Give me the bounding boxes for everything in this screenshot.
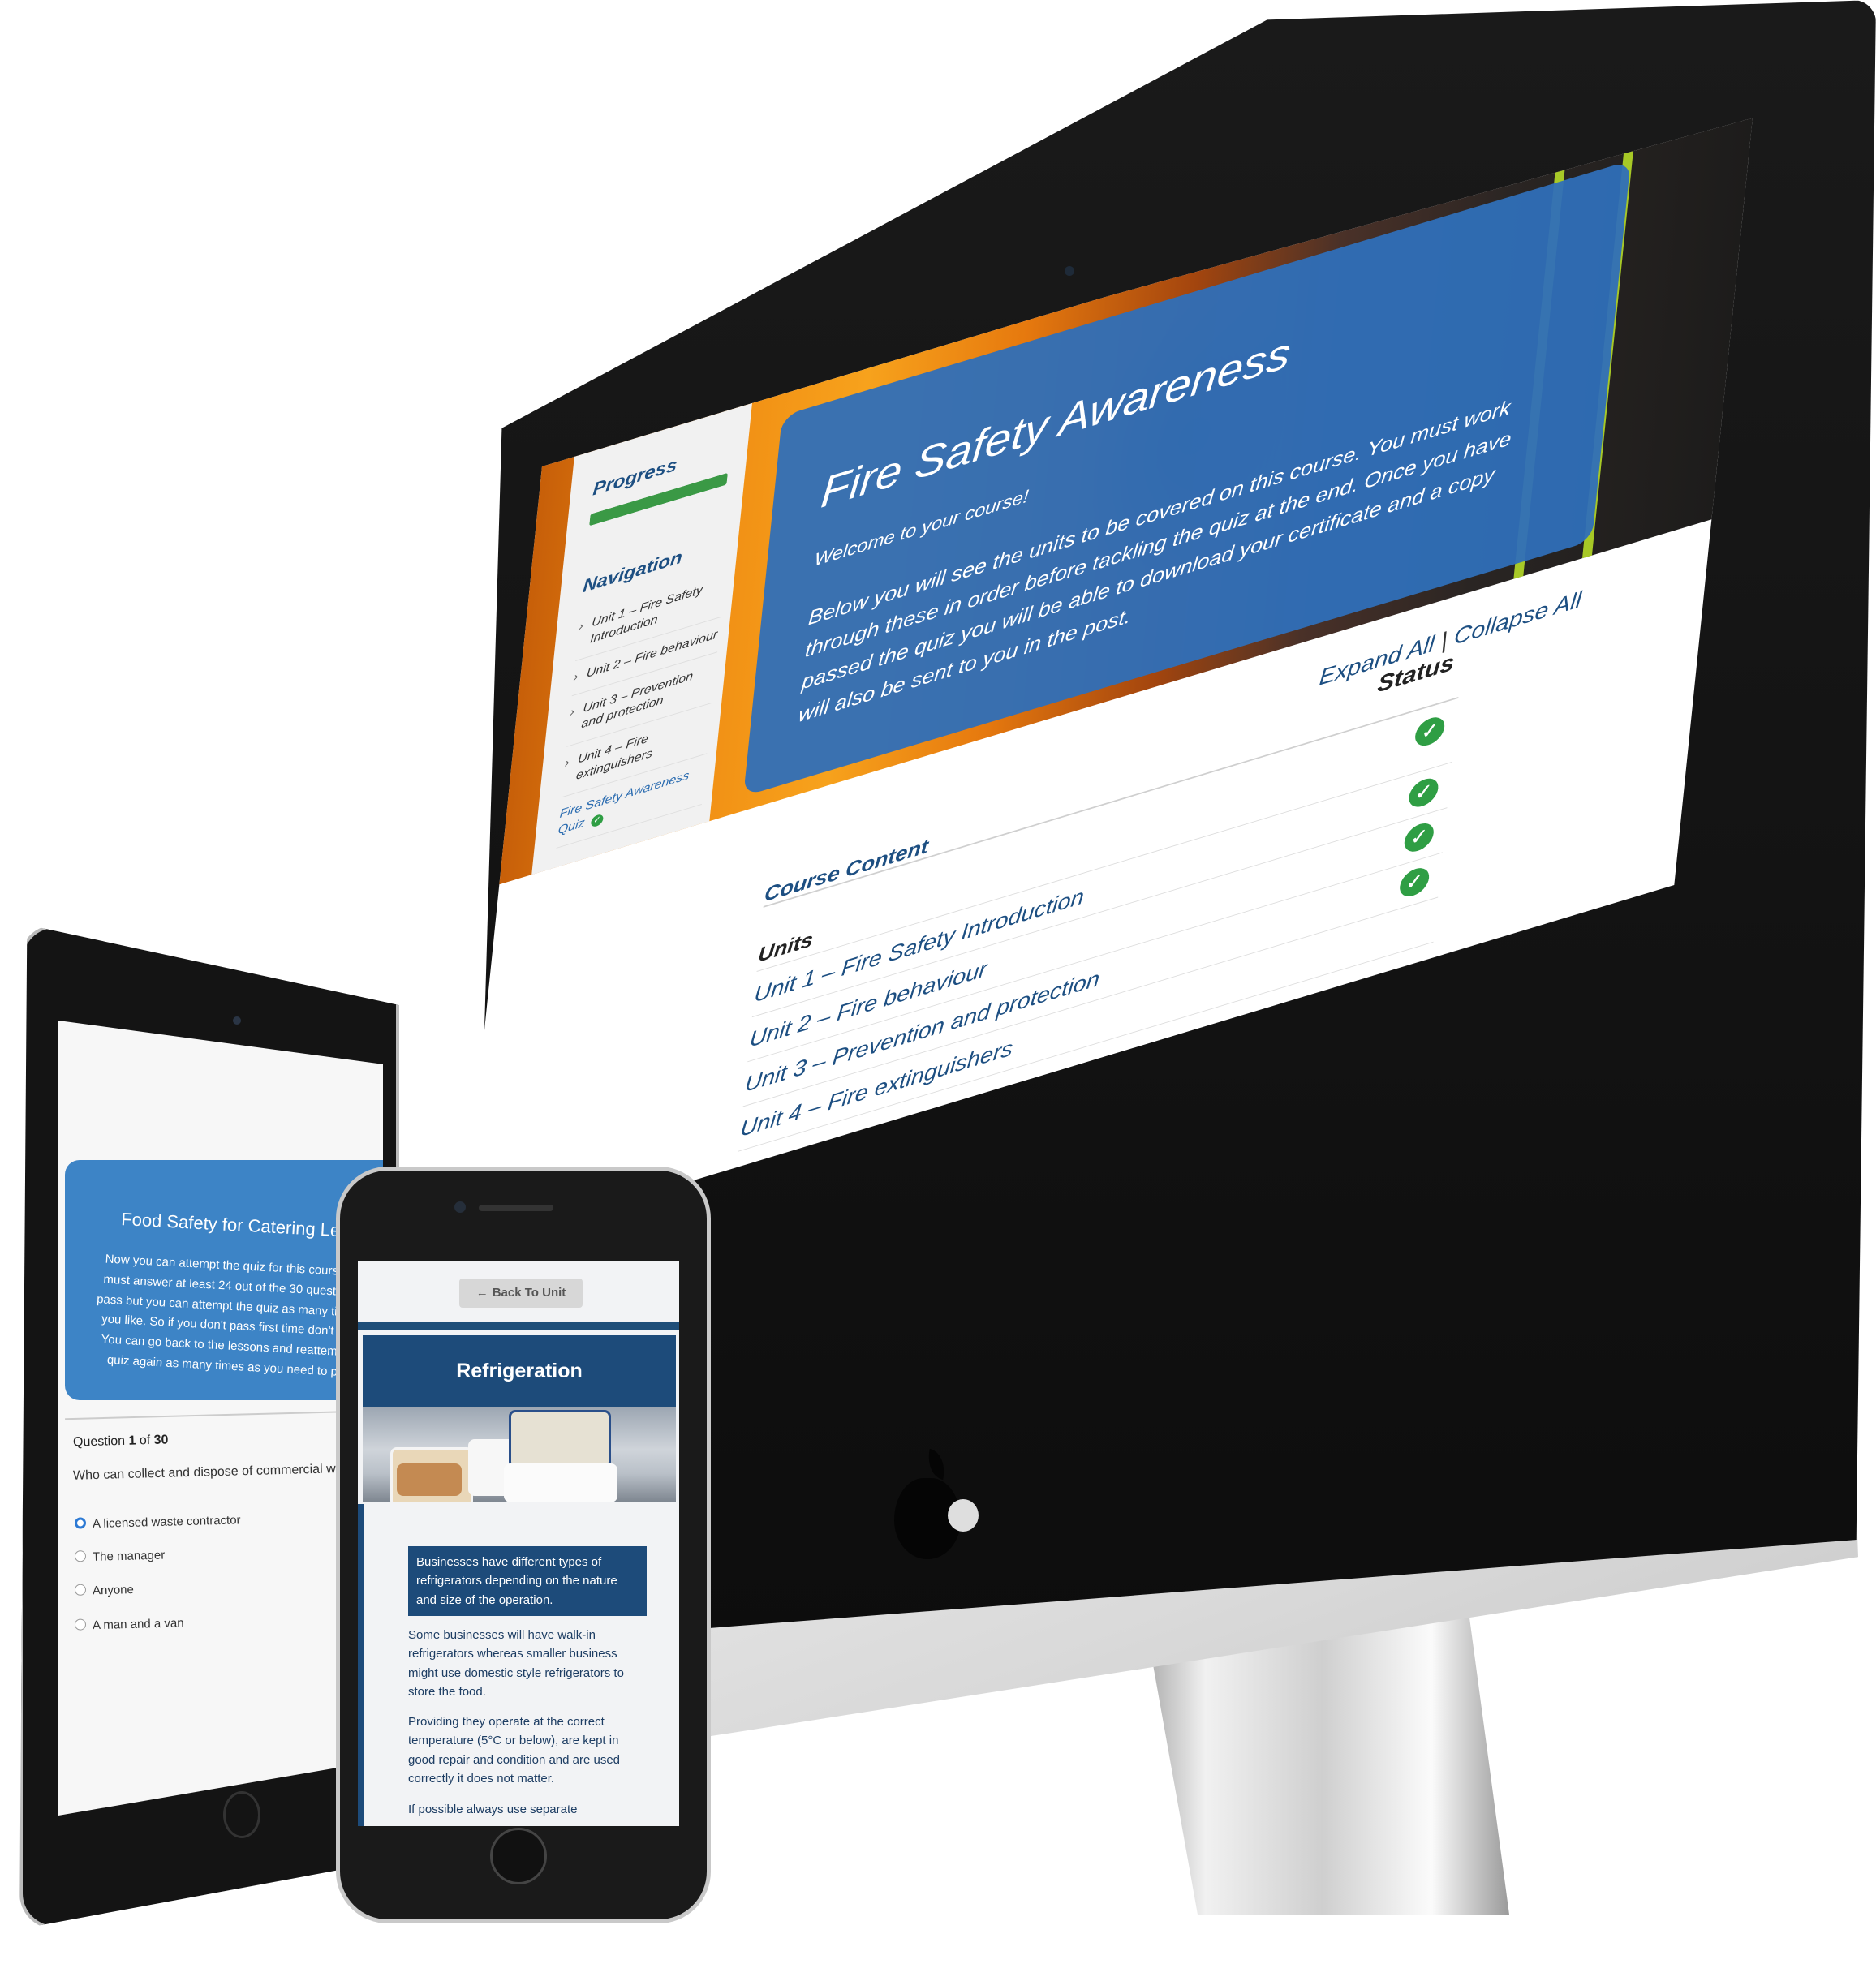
radio-icon[interactable] [74, 1550, 87, 1562]
tablet-home-button[interactable] [223, 1791, 260, 1838]
answer-label: A man and a van [92, 1616, 184, 1633]
answer-label: The manager [92, 1548, 166, 1564]
food-container [504, 1463, 617, 1502]
accent-bar [358, 1504, 364, 1826]
question-of: of [139, 1433, 151, 1448]
tablet-screen: Food Safety for Catering Level 2 Quiz No… [58, 1021, 383, 1816]
lesson-paragraph: If possible always use separate [408, 1803, 578, 1816]
food-container [397, 1463, 462, 1496]
question-prefix: Question [72, 1433, 126, 1450]
back-to-unit-button[interactable]: ← Back To Unit [459, 1279, 583, 1308]
phone-home-button[interactable] [490, 1828, 547, 1884]
divider [358, 1322, 679, 1330]
refrigerator-photo [363, 1407, 676, 1502]
lesson-paragraph: Providing they operate at the correct te… [408, 1715, 621, 1786]
answer-label: Anyone [92, 1583, 135, 1598]
answer-option[interactable]: Anyone [74, 1583, 135, 1598]
lesson-title: Refrigeration [456, 1360, 583, 1382]
radio-icon[interactable] [74, 1584, 87, 1596]
left-arrow-icon: ← [475, 1286, 488, 1300]
phone-speaker [479, 1205, 553, 1211]
radio-selected-icon[interactable] [74, 1517, 87, 1529]
question-counter: Question 1 of 30 [73, 1433, 169, 1450]
food-container [509, 1410, 611, 1468]
question-text: Who can collect and dispose of commercia… [72, 1461, 368, 1483]
answer-option[interactable]: A man and a van [74, 1616, 184, 1633]
lesson-paragraph: Some businesses will have walk-in refrig… [408, 1628, 624, 1699]
radio-icon[interactable] [74, 1618, 87, 1631]
phone-screen: ← Back To Unit Refrigeration Businesses h… [358, 1261, 679, 1826]
answer-option[interactable]: A licensed waste contractor [74, 1513, 241, 1532]
question-number: 1 [128, 1433, 136, 1448]
phone-camera [454, 1201, 466, 1213]
lesson-header: Refrigeration [363, 1335, 676, 1407]
callout-box: Businesses have different types of refri… [408, 1546, 647, 1616]
tablet-camera [233, 1016, 241, 1025]
answer-label: A licensed waste contractor [92, 1513, 241, 1532]
answer-option[interactable]: The manager [74, 1548, 166, 1565]
question-total: 30 [153, 1433, 169, 1447]
back-button-label: Back To Unit [492, 1286, 566, 1300]
tablet-mockup: Food Safety for Catering Level 2 Quiz No… [0, 0, 1876, 1964]
